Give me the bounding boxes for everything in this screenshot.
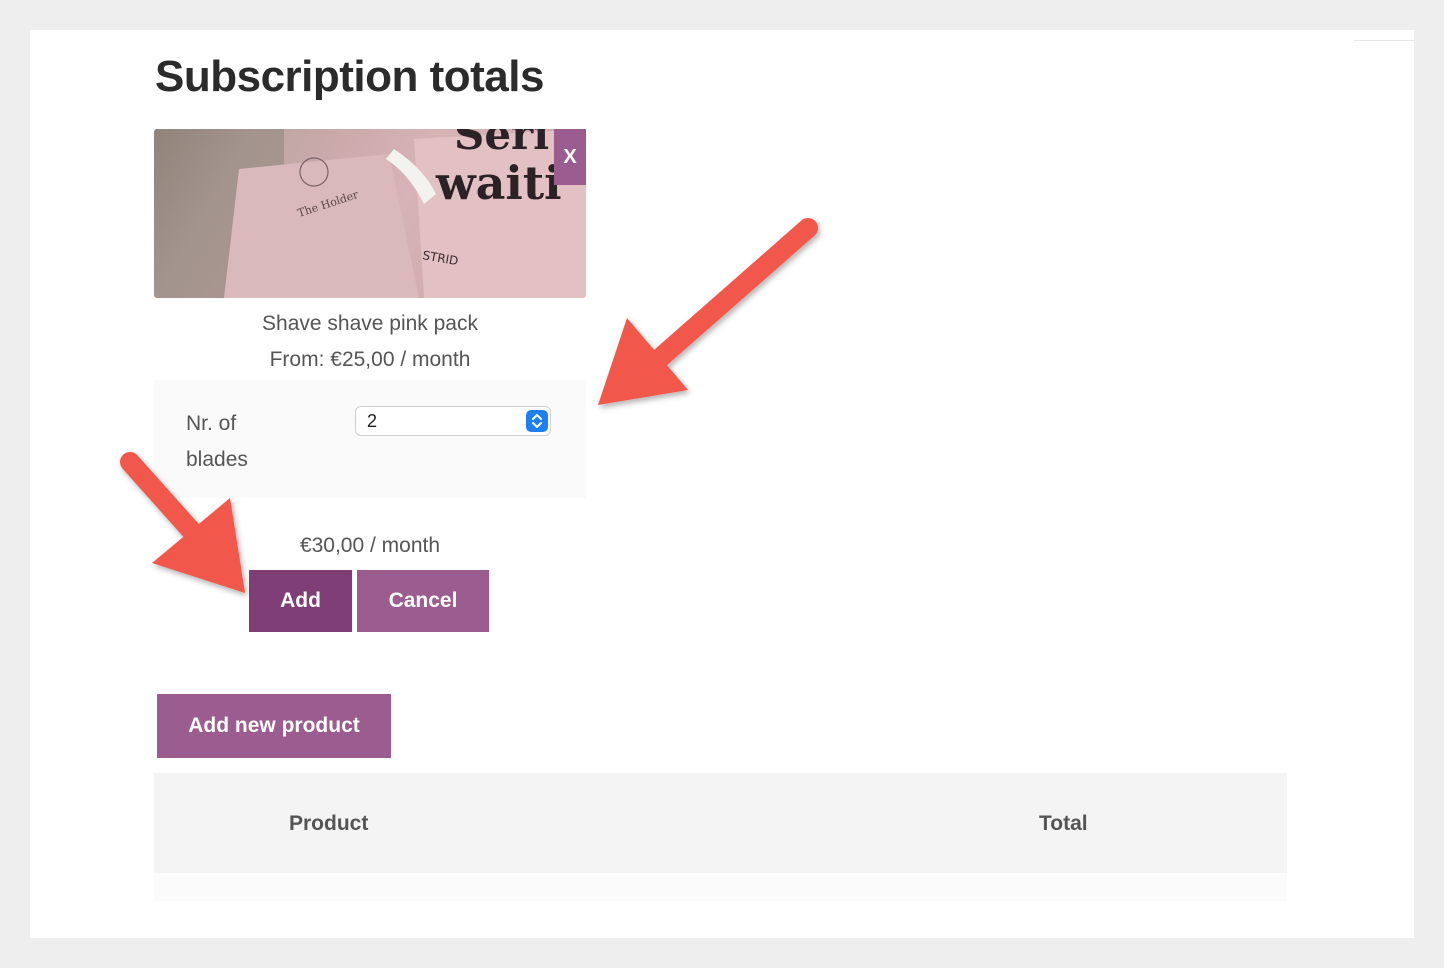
page-title: Subscription totals [155,52,544,101]
svg-text:Seri: Seri [454,129,549,159]
product-name: Shave shave pink pack [262,312,478,335]
cancel-button[interactable]: Cancel [357,570,489,632]
svg-text:waiti: waiti [435,156,562,210]
column-header-product: Product [289,812,369,835]
column-header-total: Total [1039,812,1088,835]
remove-product-button[interactable]: X [554,129,586,185]
subtotal-price: €30,00 / month [299,534,441,557]
product-price-from: From: €25,00 / month [269,348,471,371]
product-image: The Holder waiti Seri STRID [154,129,586,298]
add-new-product-button[interactable]: Add new product [157,694,391,758]
add-button[interactable]: Add [249,570,352,632]
blades-select-value: 2 [367,411,378,431]
divider [1354,40,1414,41]
product-photo: The Holder waiti Seri STRID [154,129,586,298]
blades-select[interactable]: 2 [355,406,551,436]
select-stepper-icon [526,410,548,432]
table-row [154,873,1287,901]
attribute-label: Nr. of blades [186,412,248,471]
